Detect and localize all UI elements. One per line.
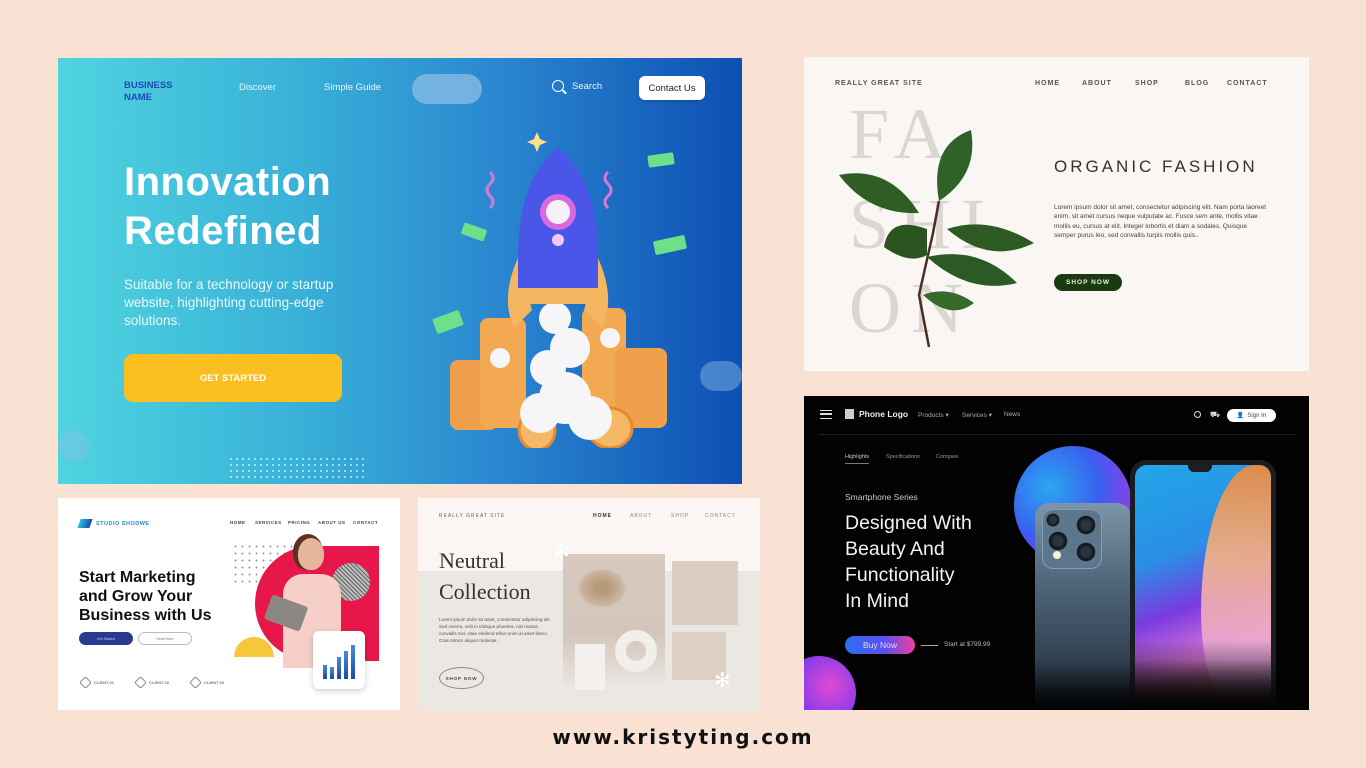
phone-template-card: Phone Logo Products ▾ Services ▾ News ⛟ … [804,396,1309,710]
collection-body: Lorem ipsum dolor sit amet, consectetur … [439,617,551,643]
nav-shop[interactable]: SHOP [1135,80,1159,87]
client-icon [189,676,202,689]
logo-icon [77,519,93,528]
user-icon: 👤 [1236,413,1245,419]
shop-now-button[interactable]: SHOP NOW [1054,274,1122,291]
header-divider [818,434,1295,435]
nav-home[interactable]: HOME [1035,80,1060,87]
search-label: Search [572,80,603,92]
nav-about[interactable]: ABOUT [1082,80,1112,87]
nav-contact[interactable]: CONTACT [1227,80,1268,87]
nav-news[interactable]: News [1004,411,1020,418]
sign-in-button[interactable]: 👤 Sign In [1227,409,1276,422]
nav-products[interactable]: Products ▾ [918,411,949,419]
camera-module [1042,509,1102,569]
read-more-button[interactable]: Read More [138,632,192,645]
shop-now-button[interactable]: SHOP NOW [439,667,484,689]
cloud-decoration [412,74,482,104]
gradient-orb [804,656,856,710]
bar-chart-card [313,631,365,689]
cloud-decoration [58,430,90,462]
tab-specifications[interactable]: Specifications [886,454,920,460]
client-icon [134,676,147,689]
marketing-template-card: STUDIO SHODWE HOME SERVICES PRICING ABOU… [58,498,400,710]
chart-bar [344,651,348,679]
logo-icon [845,409,854,419]
chart-bar [323,665,327,679]
hero-subtitle: Suitable for a technology or startup web… [124,277,334,328]
nav-simple-guide[interactable]: Simple Guide [324,82,381,93]
innovation-template-card: BUSINESS NAME Discover Simple Guide Sear… [58,58,742,484]
vase-photo-small [672,561,738,625]
price-dash [921,645,938,646]
get-started-button[interactable]: Get Started [79,632,133,645]
client-icon [79,676,92,689]
nav-discover[interactable]: Discover [239,82,276,93]
series-label: Smartphone Series [845,492,918,502]
buy-now-button[interactable]: Buy Now [845,636,915,654]
website-url[interactable]: www.kristyting.com [0,725,1366,749]
phone-logo[interactable]: Phone Logo [845,409,908,419]
client-logo: CLIENT 03 [189,676,224,689]
dot-pattern [228,456,368,478]
price-label: Start at $799.99 [944,641,991,648]
menu-icon[interactable] [820,410,832,419]
contact-us-button[interactable]: Contact Us [639,76,705,100]
marketing-headline: Start Marketing and Grow Your Business w… [79,569,212,624]
vase-photo-large [563,554,665,690]
organic-fashion-template-card: REALLY GREAT SITE HOME ABOUT SHOP BLOG C… [804,57,1309,371]
chart-bar [351,645,355,679]
nav-contact[interactable]: CONTACT [705,513,736,519]
cart-icon[interactable]: ⛟ [1210,410,1220,420]
fashion-body: Lorem ipsum dolor sit amet, consectetur … [1054,204,1267,239]
nav-home[interactable]: HOME [593,513,612,519]
get-started-button[interactable]: GET STARTED [124,354,342,402]
nav-shop[interactable]: SHOP [671,513,689,519]
tab-compare[interactable]: Compare [936,454,959,460]
flower-decoration: ✻ [714,670,731,692]
nav-blog[interactable]: BLOG [1185,80,1209,87]
nav-pricing[interactable]: PRICING [288,520,310,525]
client-logo: CLIENT 01 [79,676,114,689]
tab-highlights[interactable]: Highlights [845,454,870,464]
chart-bar [330,667,334,679]
chart-bar [337,657,341,679]
search-icon [552,80,564,92]
phone-headline: Designed With Beauty And Functionality I… [845,512,972,612]
client-logo: CLIENT 02 [134,676,169,689]
fashion-title: ORGANIC FASHION [1054,157,1258,176]
search-link[interactable]: Search [552,80,602,92]
neutral-collection-template-card: REALLY GREAT SITE HOME ABOUT SHOP CONTAC… [418,498,760,710]
studio-logo[interactable]: STUDIO SHODWE [77,519,150,528]
rocket-illustration [432,132,687,448]
nav-services[interactable]: SERVICES [255,520,282,525]
nav-home[interactable]: HOME [230,520,246,525]
logo-text: Phone Logo [859,409,909,419]
nav-about-us[interactable]: ABOUT US [318,520,346,525]
collection-title: Neutral Collection [439,548,531,604]
site-logo[interactable]: REALLY GREAT SITE [835,80,923,87]
flower-decoration: ✻ [553,542,570,564]
site-logo[interactable]: REALLY GREAT SITE [439,513,505,519]
hero-headline: Innovation Redefined [124,160,332,253]
leaf-branch-image [839,130,1034,348]
nav-services[interactable]: Services ▾ [962,411,992,419]
nav-contact[interactable]: CONTACT [353,520,378,525]
search-icon[interactable] [1194,411,1201,418]
nav-about[interactable]: ABOUT [630,513,652,519]
business-name-logo[interactable]: BUSINESS NAME [124,80,194,104]
